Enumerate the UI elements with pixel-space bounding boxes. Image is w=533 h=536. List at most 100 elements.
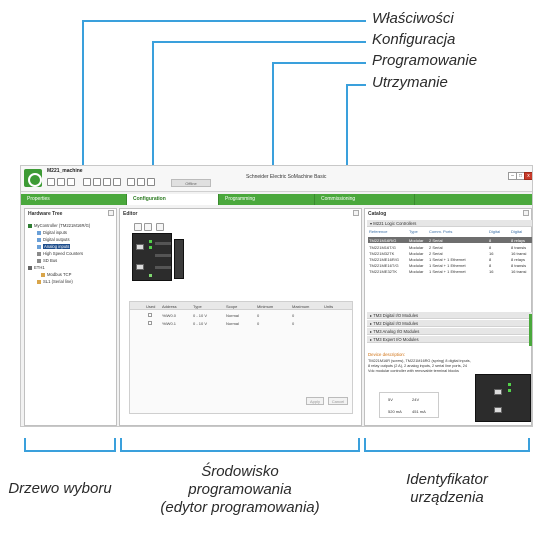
catalog-cell: 2 Serial [429, 245, 443, 250]
bracket-tree-bar [24, 450, 116, 452]
run-icon[interactable] [127, 178, 135, 186]
cancel-button[interactable]: Cancel [328, 397, 348, 405]
bracket-editor-bar [120, 450, 360, 452]
controller-icon [28, 223, 32, 228]
stop-icon[interactable] [137, 178, 145, 186]
tree-item-digital-outputs[interactable]: Digital outputs [37, 237, 70, 242]
callout-editor: Środowisko programowania (edytor program… [160, 463, 320, 516]
used-checkbox[interactable] [148, 321, 152, 325]
help-icon[interactable] [113, 178, 121, 186]
maximum-cell[interactable]: 0 [292, 313, 294, 318]
minimum-cell[interactable]: 0 [257, 321, 259, 326]
catalog-cell[interactable]: TM221M32TK [369, 251, 394, 256]
tree-item-controller[interactable]: MyController (TM221M16R/G) [28, 223, 90, 228]
scope-cell[interactable]: Normal [226, 313, 239, 318]
copy-icon[interactable] [93, 178, 101, 186]
app-title: Schneider Electric SoMachine Basic [246, 174, 327, 180]
tree-item-serial-line[interactable]: SL1 (Serial line) [37, 279, 73, 284]
ethernet-port-icon [136, 244, 144, 250]
catalog-group-m221[interactable]: ▾ M221 Logic Controllers [367, 220, 532, 227]
catalog-cell[interactable]: TM221ME32TK [369, 269, 397, 274]
print-icon[interactable] [156, 223, 164, 231]
close-button[interactable]: x [524, 172, 532, 180]
column-header: Minimum [257, 304, 274, 309]
side-handle[interactable] [529, 314, 532, 346]
scope-cell[interactable]: Normal [226, 321, 239, 326]
catalog-cell: 8 relays [511, 238, 526, 243]
zoom-out-icon[interactable] [144, 223, 152, 231]
address-cell: %IW0.0 [162, 313, 177, 318]
tree-item-digital-inputs[interactable]: Digital inputs [37, 230, 67, 235]
callout-properties: Właściwości [372, 10, 454, 27]
type-cell[interactable]: 0 - 10 V [193, 321, 207, 326]
controller-image[interactable] [132, 233, 172, 281]
collapse-panel-icon[interactable] [108, 210, 114, 216]
catalog-cell: TM221M16R/G [369, 238, 397, 243]
callout-line-configuration [152, 41, 366, 43]
column-header: Address [162, 304, 177, 309]
type-cell[interactable]: 0 - 10 V [193, 313, 207, 318]
counter-icon [37, 251, 41, 256]
catalog-title: Catalog [368, 211, 387, 217]
collapse-panel-icon[interactable] [523, 210, 529, 216]
zoom-in-icon[interactable] [134, 223, 142, 231]
serial-port-icon [494, 407, 502, 413]
catalog-group-tm3-expert[interactable]: ▸ TM3 Expert I/O Modules [367, 336, 532, 343]
cut-icon[interactable] [83, 178, 91, 186]
catalog-cell: Modular [409, 263, 424, 268]
device-description-title: Device description: [368, 352, 406, 357]
power-header: 24V [412, 397, 420, 402]
catalog-cell: 8 [489, 257, 492, 262]
tab-configuration[interactable]: Configuration [127, 194, 219, 205]
status-led-icon [508, 389, 511, 392]
catalog-header: Reference [369, 229, 388, 234]
expansion-module-image[interactable] [174, 239, 184, 279]
save-icon[interactable] [67, 178, 75, 186]
tab-properties[interactable]: Properties [21, 194, 127, 205]
used-checkbox[interactable] [148, 313, 152, 317]
callout-tree: Drzewo wyboru [8, 480, 112, 497]
catalog-cell: Modular [409, 238, 424, 243]
status-led-icon [149, 246, 152, 249]
column-header: Type [193, 304, 202, 309]
bus-icon [37, 258, 41, 263]
paste-icon[interactable] [103, 178, 111, 186]
catalog-cell: Modular [409, 269, 424, 274]
catalog-group-tm3-digital[interactable]: ▸ TM3 Digital I/O Modules [367, 312, 532, 319]
catalog-cell: Modular [409, 257, 424, 262]
minimum-cell[interactable]: 0 [257, 313, 259, 318]
catalog-cell: 16 transi [511, 251, 527, 256]
catalog-cell: 2 Serial [429, 238, 443, 243]
tree-item-analog-inputs[interactable]: Analog inputs [37, 244, 71, 249]
catalog-cell: Modular [409, 251, 424, 256]
tab-programming[interactable]: Programming [219, 194, 315, 205]
catalog-group-tm2-digital[interactable]: ▸ TM2 Digital I/O Modules [367, 320, 532, 327]
new-file-icon[interactable] [47, 178, 55, 186]
catalog-cell: 8 transis [511, 245, 527, 250]
tree-item-sd-bus[interactable]: SD Bus [37, 258, 57, 263]
callout-line-commissioning [346, 84, 366, 86]
catalog-cell[interactable]: TM221ME16T/G [369, 263, 399, 268]
tab-commissioning[interactable]: Commissioning [315, 194, 415, 205]
analog-inputs-table: Used Address Type Scope Minimum Maximum … [129, 301, 353, 414]
somachine-window: M221_machine Offline Schneider Electric … [20, 165, 533, 427]
catalog-cell: 8 [489, 238, 492, 243]
catalog-group-tm3-analog[interactable]: ▸ TM3 Analog I/O Modules [367, 328, 532, 335]
tree-item-modbus-tcp[interactable]: Modbus TCP [41, 272, 71, 277]
catalog-cell: 1 Serial + 1 Ethernet [429, 269, 466, 274]
catalog-cell[interactable]: TM221M16T/G [369, 245, 396, 250]
catalog-cell[interactable]: TM221ME16R/G [369, 257, 399, 262]
maximum-cell[interactable]: 0 [292, 321, 294, 326]
collapse-panel-icon[interactable] [353, 210, 359, 216]
catalog-cell: 16 [489, 269, 494, 274]
editor-title: Editor [123, 211, 138, 217]
download-icon[interactable] [147, 178, 155, 186]
hardware-tree-title: Hardware Tree [28, 211, 63, 217]
tree-item-eth1[interactable]: ETH1 [28, 265, 45, 270]
tree-item-high-speed-counters[interactable]: High Speed Counters [37, 251, 83, 256]
catalog-cell: 8 [489, 263, 492, 268]
catalog-cell: 1 Serial + 1 Ethernet [429, 257, 466, 262]
apply-button[interactable]: Apply [306, 397, 324, 405]
app-logo-icon [24, 169, 42, 187]
open-file-icon[interactable] [57, 178, 65, 186]
